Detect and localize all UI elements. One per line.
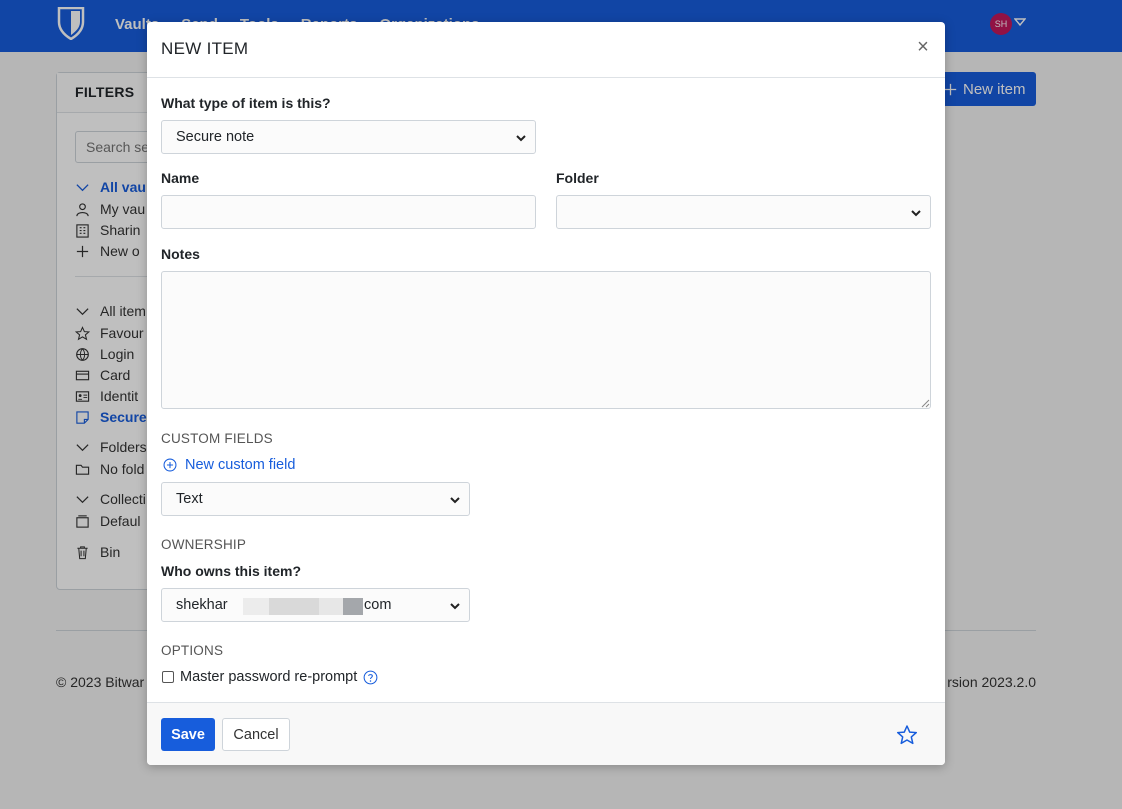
name-label: Name bbox=[161, 170, 200, 186]
resize-grip-icon[interactable] bbox=[920, 398, 930, 408]
reprompt-label[interactable]: Master password re-prompt bbox=[180, 669, 357, 685]
name-input[interactable] bbox=[161, 195, 536, 229]
close-button[interactable]: × bbox=[913, 36, 933, 58]
dialog-header: NEW ITEM × bbox=[147, 22, 945, 78]
plus-circle-icon bbox=[163, 458, 177, 472]
custom-field-type-select[interactable]: Text bbox=[161, 482, 470, 516]
chevron-down-icon bbox=[450, 603, 460, 610]
cancel-button[interactable]: Cancel bbox=[222, 718, 290, 751]
owner-select[interactable]: shekhar com bbox=[161, 588, 470, 622]
owner-label: Who owns this item? bbox=[161, 563, 301, 579]
dialog-footer: Save Cancel bbox=[147, 702, 945, 765]
notes-textarea[interactable] bbox=[161, 271, 931, 409]
redacted-block bbox=[243, 598, 269, 615]
custom-fields-heading: CUSTOM FIELDS bbox=[161, 431, 273, 446]
folder-label: Folder bbox=[556, 170, 599, 186]
chevron-down-icon bbox=[450, 497, 460, 504]
new-custom-field-link[interactable]: New custom field bbox=[163, 457, 295, 473]
redacted-block bbox=[319, 598, 343, 615]
item-type-label: What type of item is this? bbox=[161, 95, 331, 111]
favorite-star-icon[interactable] bbox=[896, 724, 918, 746]
save-button[interactable]: Save bbox=[161, 718, 215, 751]
folder-select[interactable] bbox=[556, 195, 931, 229]
help-icon[interactable] bbox=[363, 670, 378, 685]
dialog-title: NEW ITEM bbox=[161, 39, 249, 58]
ownership-heading: OWNERSHIP bbox=[161, 537, 247, 552]
redacted-block bbox=[269, 598, 319, 615]
notes-label: Notes bbox=[161, 246, 200, 262]
chevron-down-icon bbox=[516, 135, 526, 142]
master-password-reprompt-option: Master password re-prompt bbox=[162, 669, 378, 685]
item-type-select[interactable]: Secure note bbox=[161, 120, 536, 154]
chevron-down-icon bbox=[911, 210, 921, 217]
new-item-dialog: NEW ITEM × What type of item is this? Se… bbox=[147, 22, 945, 765]
redacted-block bbox=[343, 598, 363, 615]
options-heading: OPTIONS bbox=[161, 643, 224, 658]
reprompt-checkbox[interactable] bbox=[162, 671, 174, 683]
